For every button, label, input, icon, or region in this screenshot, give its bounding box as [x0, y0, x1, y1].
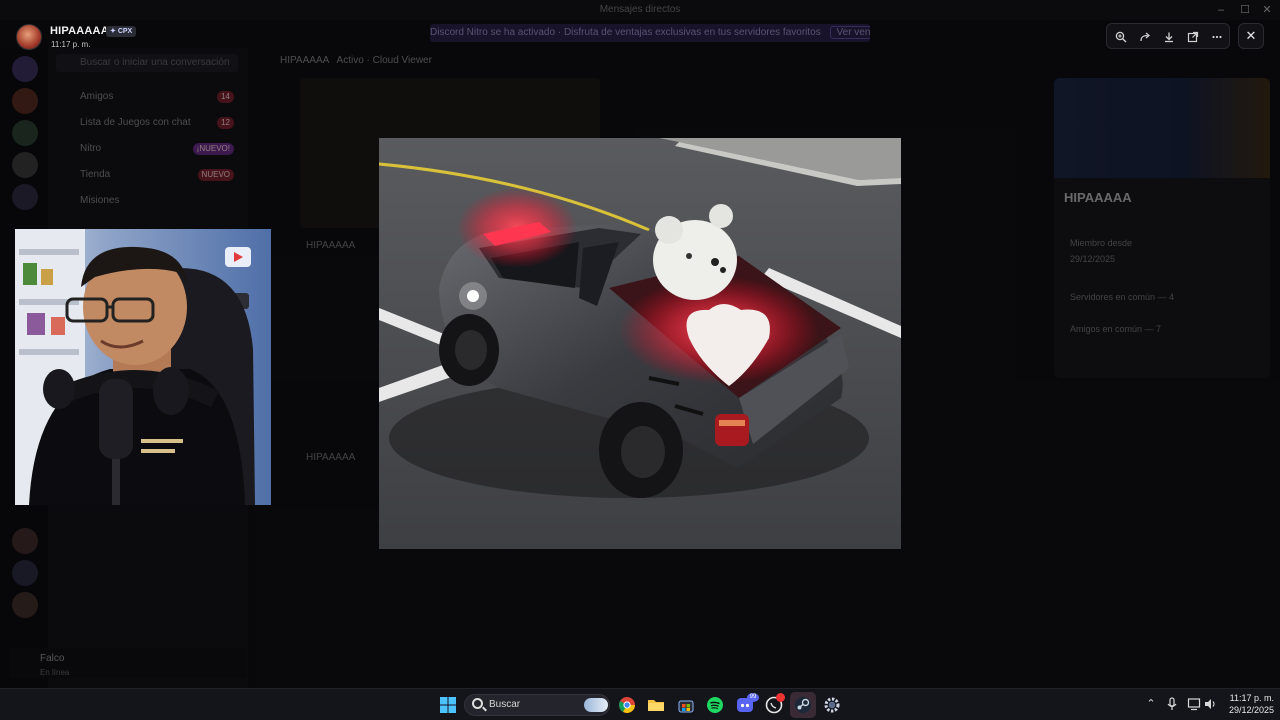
- sidebar-item-label: Nitro: [80, 143, 102, 154]
- message-timestamp: 11:17 p. m.: [51, 40, 91, 49]
- server-icon[interactable]: [12, 528, 38, 554]
- profile-member-label: Miembro desde: [1070, 238, 1133, 248]
- server-icon[interactable]: [12, 560, 38, 586]
- server-icon[interactable]: [12, 152, 38, 178]
- steam-app-active[interactable]: [790, 692, 816, 718]
- count-badge: 12: [217, 117, 234, 129]
- maximize-button[interactable]: ☐: [1234, 2, 1256, 18]
- webcam-photo: [15, 229, 271, 505]
- profile-member-date: 29/12/2025: [1070, 254, 1116, 264]
- sidebar-item-label: Lista de Juegos con chat: [80, 117, 191, 128]
- profile-mutual-friends[interactable]: Amigos en común — 7: [1070, 324, 1161, 334]
- search-highlight-icon[interactable]: [584, 698, 608, 712]
- new-badge: ¡NUEVO!: [192, 143, 234, 155]
- file-explorer-icon[interactable]: [646, 695, 666, 715]
- new-badge: NUEVO: [197, 169, 234, 181]
- minimize-button[interactable]: –: [1210, 2, 1232, 18]
- author-avatar[interactable]: [16, 24, 42, 50]
- profile-banner: [1054, 78, 1270, 178]
- zoom-in-icon[interactable]: [1109, 24, 1133, 50]
- discord-badge: 99: [747, 693, 759, 702]
- server-icon[interactable]: [12, 120, 38, 146]
- server-icon[interactable]: [12, 592, 38, 618]
- forward-icon[interactable]: [1133, 24, 1157, 50]
- close-viewer-button[interactable]: ✕: [1238, 23, 1264, 49]
- window-title: Mensajes directos: [0, 0, 1280, 20]
- channel-header: HIPAAAAA Activo · Cloud Viewer: [250, 50, 1050, 72]
- clan-tag-label: CPX: [117, 28, 133, 35]
- sidebar-item-friends[interactable]: Amigos 14: [58, 88, 238, 106]
- count-badge: 14: [217, 91, 234, 103]
- author-name[interactable]: HIPAAAAA: [50, 25, 109, 37]
- store-icon[interactable]: [676, 695, 696, 715]
- sidebar-item-shop[interactable]: Tienda NUEVO: [58, 166, 238, 184]
- channel-status: Activo · Cloud Viewer: [336, 55, 432, 66]
- windows-start-icon[interactable]: [438, 695, 458, 715]
- viewer-toolbar: [1106, 23, 1230, 49]
- download-icon[interactable]: [1157, 24, 1181, 50]
- chrome-icon[interactable]: [617, 695, 637, 715]
- volume-icon[interactable]: [1202, 697, 1218, 714]
- attachment-image[interactable]: [379, 138, 901, 549]
- server-icon[interactable]: [12, 56, 38, 82]
- dm-search-input[interactable]: Buscar o iniciar una conversación: [56, 54, 238, 72]
- window-close-button[interactable]: ✕: [1256, 2, 1278, 18]
- server-icon[interactable]: [12, 88, 38, 114]
- image-viewer-header: HIPAAAAA ✦ CPX 11:17 p. m.: [0, 20, 1280, 52]
- profile-mutual-servers[interactable]: Servidores en común — 4: [1070, 292, 1174, 302]
- search-icon: [472, 698, 483, 709]
- webcam-overlay: [15, 229, 271, 505]
- sidebar-item-label: Tienda: [80, 169, 111, 180]
- user-name: Falco: [40, 653, 65, 664]
- chat-author: HIPAAAAA: [306, 240, 356, 251]
- user-panel: Falco En línea: [10, 648, 246, 678]
- tray-chevron-up-icon[interactable]: ⌃: [1143, 697, 1159, 710]
- network-icon[interactable]: [1186, 697, 1202, 714]
- microphone-icon[interactable]: [1164, 697, 1180, 714]
- taskbar: Buscar 99 ⌃ 11:17 p. m. 29/12/2025: [0, 688, 1280, 720]
- more-icon[interactable]: [1205, 24, 1229, 50]
- clock[interactable]: 11:17 p. m. 29/12/2025: [1220, 692, 1274, 716]
- pickup-truck-photo: [379, 138, 901, 549]
- open-external-icon[interactable]: [1181, 24, 1205, 50]
- screen: Mensajes directos – ☐ ✕ Discord Nitro se…: [0, 0, 1280, 720]
- clan-tag: ✦ CPX: [106, 26, 137, 37]
- sidebar-item-label: Amigos: [80, 91, 114, 102]
- clock-time: 11:17 p. m.: [1229, 693, 1274, 703]
- chat-author: HIPAAAAA: [306, 452, 356, 463]
- notification-dot: [776, 693, 785, 702]
- sidebar-item-nitro[interactable]: Nitro ¡NUEVO!: [58, 140, 238, 158]
- settings-gear-icon[interactable]: [822, 695, 842, 715]
- sidebar-item-label: Misiones: [80, 195, 120, 206]
- channel-name: HIPAAAAA: [280, 55, 329, 66]
- close-icon: ✕: [1245, 28, 1257, 43]
- clock-date: 29/12/2025: [1228, 705, 1274, 715]
- profile-name: HIPAAAAA: [1064, 190, 1132, 205]
- user-status: En línea: [40, 668, 70, 677]
- sidebar-item-games[interactable]: Lista de Juegos con chat 12: [58, 114, 238, 132]
- spotify-icon[interactable]: [705, 695, 725, 715]
- sidebar-item-quests[interactable]: Misiones: [58, 192, 238, 210]
- server-icon[interactable]: [12, 184, 38, 210]
